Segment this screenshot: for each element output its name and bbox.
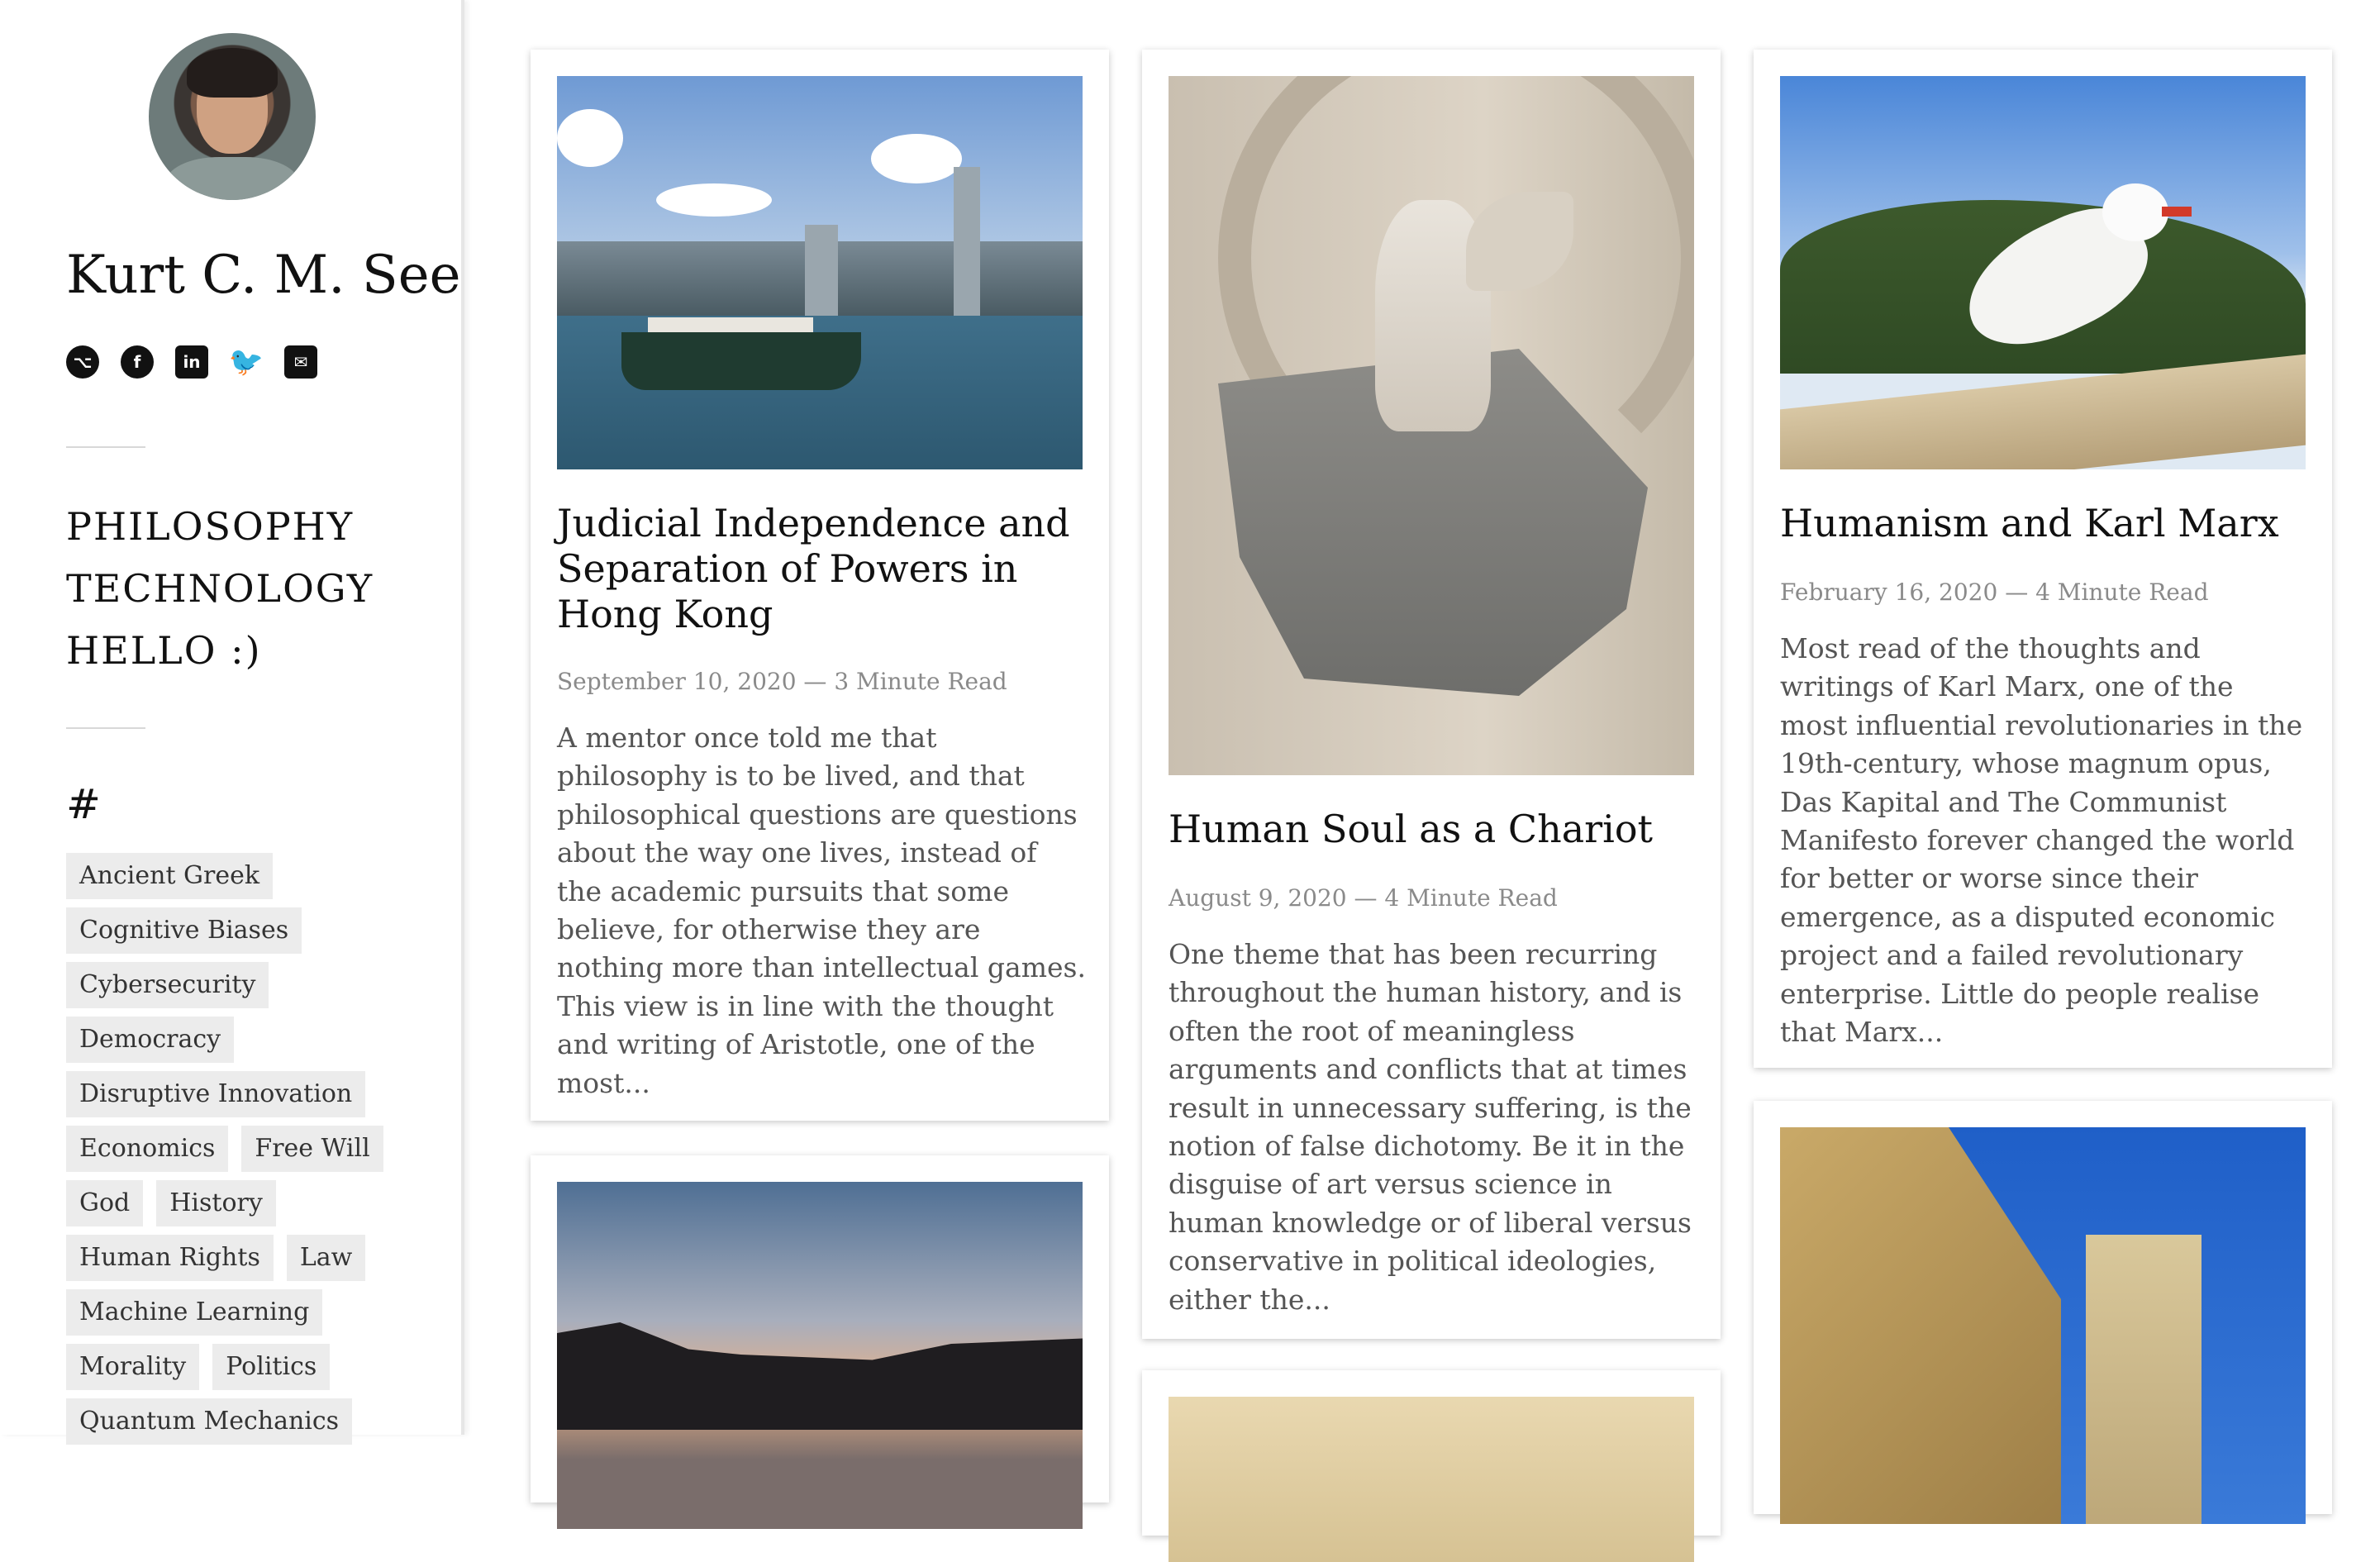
- post-card[interactable]: Human Soul as a Chariot August 9, 2020 —…: [1142, 50, 1721, 1339]
- sidebar: Kurt C. M. See ⌥ f in 🐦 ✉ PHILOSOPHY TEC…: [0, 0, 464, 1445]
- tag-law[interactable]: Law: [286, 1235, 366, 1281]
- post-image-seagull[interactable]: [1780, 76, 2306, 469]
- tag-free-will[interactable]: Free Will: [241, 1126, 383, 1172]
- post-title[interactable]: Human Soul as a Chariot: [1169, 807, 1697, 852]
- tags-heading: #: [66, 780, 101, 828]
- tag-human-rights[interactable]: Human Rights: [66, 1235, 274, 1281]
- site-title[interactable]: Kurt C. M. See: [66, 245, 460, 306]
- post-excerpt: Most read of the thoughts and writings o…: [1780, 632, 2303, 1049]
- post-card[interactable]: Judicial Independence and Separation of …: [531, 50, 1109, 1121]
- divider: [66, 727, 145, 729]
- avatar[interactable]: [149, 33, 316, 200]
- post-card[interactable]: Humanism and Karl Marx February 16, 2020…: [1754, 50, 2332, 1068]
- tag-morality[interactable]: Morality: [66, 1344, 200, 1390]
- avatar-hair: [187, 48, 278, 98]
- post-card[interactable]: [1142, 1370, 1721, 1562]
- cloud: [656, 183, 772, 217]
- tag-cognitive-biases[interactable]: Cognitive Biases: [66, 907, 302, 954]
- post-card[interactable]: [531, 1155, 1109, 1529]
- github-icon[interactable]: ⌥: [66, 345, 99, 379]
- abbey-tower: [2086, 1235, 2202, 1524]
- post-excerpt: A mentor once told me that philosophy is…: [557, 721, 1086, 1099]
- twitter-icon[interactable]: 🐦: [229, 345, 264, 379]
- tag-history[interactable]: History: [156, 1180, 276, 1226]
- nav-hello[interactable]: HELLO :): [66, 620, 374, 682]
- tag-list: Ancient Greek Cognitive Biases Cybersecu…: [66, 853, 413, 1453]
- tag-quantum-mechanics[interactable]: Quantum Mechanics: [66, 1398, 353, 1445]
- building-facade: [1169, 1397, 1694, 1562]
- cloud: [557, 109, 623, 167]
- tag-cybersecurity[interactable]: Cybersecurity: [66, 962, 269, 1008]
- post-image-bath-abbey[interactable]: [1780, 1127, 2306, 1524]
- nav-philosophy[interactable]: PHILOSOPHY: [66, 496, 374, 558]
- tag-economics[interactable]: Economics: [66, 1126, 229, 1172]
- post-meta: September 10, 2020 — 3 Minute Read: [557, 668, 1007, 695]
- tag-machine-learning[interactable]: Machine Learning: [66, 1289, 323, 1336]
- tag-god[interactable]: God: [66, 1180, 144, 1226]
- tag-democracy[interactable]: Democracy: [66, 1017, 235, 1063]
- linkedin-icon[interactable]: in: [175, 345, 208, 379]
- post-title[interactable]: Humanism and Karl Marx: [1780, 501, 2309, 546]
- nav-technology[interactable]: TECHNOLOGY: [66, 558, 374, 620]
- seagull-head: [2102, 183, 2168, 241]
- social-links: ⌥ f in 🐦 ✉: [66, 345, 317, 379]
- post-image-building[interactable]: [1169, 1397, 1694, 1562]
- post-excerpt: One theme that has been recurring throug…: [1169, 938, 1692, 1316]
- divider: [66, 446, 145, 448]
- skyscraper: [805, 225, 838, 316]
- skyscraper: [954, 167, 980, 316]
- post-image-statue[interactable]: [1169, 76, 1694, 775]
- post-image-sunset[interactable]: [557, 1182, 1083, 1529]
- mail-icon[interactable]: ✉: [284, 345, 317, 379]
- tag-ancient-greek[interactable]: Ancient Greek: [66, 853, 274, 899]
- tag-disruptive-innovation[interactable]: Disruptive Innovation: [66, 1071, 366, 1117]
- post-meta: February 16, 2020 — 4 Minute Read: [1780, 579, 2209, 606]
- facebook-icon[interactable]: f: [121, 345, 154, 379]
- post-card[interactable]: [1754, 1101, 2332, 1524]
- avatar-shirt: [165, 157, 299, 200]
- seagull-beak: [2162, 207, 2192, 217]
- ferry-hull: [621, 332, 861, 390]
- post-meta: August 9, 2020 — 4 Minute Read: [1169, 884, 1558, 912]
- post-image-hong-kong[interactable]: [557, 76, 1083, 469]
- cloud: [871, 134, 962, 183]
- post-title[interactable]: Judicial Independence and Separation of …: [557, 501, 1086, 637]
- tag-politics[interactable]: Politics: [212, 1344, 331, 1390]
- category-nav: PHILOSOPHY TECHNOLOGY HELLO :): [66, 496, 374, 682]
